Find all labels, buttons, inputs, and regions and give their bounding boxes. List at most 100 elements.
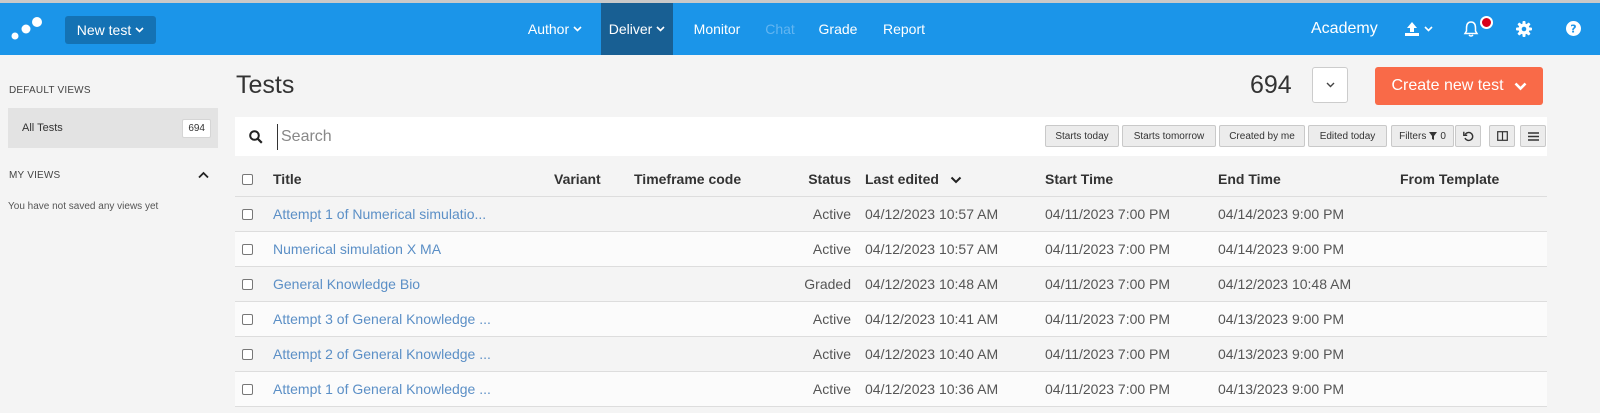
menu-button[interactable] [1520, 125, 1546, 147]
end-time-cell: 04/14/2023 9:00 PM [1218, 206, 1345, 222]
bell-icon[interactable] [1462, 20, 1480, 38]
start-time-cell: 04/11/2023 7:00 PM [1045, 381, 1171, 397]
logo-dots-icon[interactable] [9, 16, 43, 42]
chevron-down-icon [656, 26, 665, 32]
test-title-link[interactable]: General Knowledge Bio [273, 267, 420, 302]
status-cell: Active [812, 381, 851, 397]
last-edited-cell: 04/12/2023 10:48 AM [865, 276, 999, 292]
nav-monitor-label: Monitor [693, 21, 741, 37]
row-checkbox[interactable] [242, 244, 253, 255]
columns-icon [1496, 131, 1508, 141]
row-checkbox[interactable] [242, 349, 253, 360]
nav-chat-label: Chat [765, 21, 795, 37]
nav-grade[interactable]: Grade [818, 3, 858, 55]
status-cell: Graded [804, 276, 851, 292]
filter-starts-tomorrow[interactable]: Starts tomorrow [1122, 125, 1216, 147]
test-title-link[interactable]: Numerical simulation X MA [273, 232, 441, 267]
start-time-cell: 04/11/2023 7:00 PM [1045, 241, 1171, 257]
reset-icon [1462, 131, 1473, 141]
column-last-edited[interactable]: Last edited [865, 162, 939, 197]
column-title[interactable]: Title [273, 162, 302, 197]
end-time-cell: 04/13/2023 9:00 PM [1218, 381, 1345, 397]
table-row: Numerical simulation X MA Active 04/12/2… [235, 232, 1547, 267]
row-checkbox[interactable] [242, 279, 253, 290]
chevron-down-icon [135, 27, 144, 33]
sidebar-item-label: All Tests [22, 122, 63, 134]
column-last-edited-label: Last edited [865, 171, 939, 187]
status-cell: Active [812, 241, 851, 257]
table-body: Attempt 1 of Numerical simulatio... Acti… [235, 197, 1547, 407]
column-variant[interactable]: Variant [554, 162, 601, 197]
top-navigation-bar: New test Author Deliver Monitor Chat Gra… [0, 0, 1600, 55]
columns-toggle-button[interactable] [1489, 125, 1515, 147]
start-time-cell: 04/11/2023 7:00 PM [1045, 206, 1171, 222]
academy-link[interactable]: Academy [1311, 3, 1378, 55]
start-time-cell: 04/11/2023 7:00 PM [1045, 346, 1171, 362]
nav-report[interactable]: Report [881, 3, 927, 55]
end-time-cell: 04/13/2023 9:00 PM [1218, 346, 1345, 362]
svg-text:?: ? [1570, 23, 1576, 36]
filter-edited-today[interactable]: Edited today [1308, 125, 1387, 147]
column-from-template[interactable]: From Template [1400, 162, 1499, 197]
table-row: Attempt 1 of Numerical simulatio... Acti… [235, 197, 1547, 232]
column-status[interactable]: Status [775, 162, 851, 197]
page-title: Tests [236, 71, 295, 99]
sidebar-item-all-tests[interactable]: All Tests 694 [8, 108, 218, 148]
my-views-title: MY VIEWS [9, 170, 61, 181]
nav-grade-label: Grade [818, 21, 858, 37]
status-cell: Active [812, 346, 851, 362]
filter-label: Created by me [1229, 130, 1295, 142]
tests-table: Title Variant Timeframe code Status Last… [235, 162, 1547, 407]
notification-badge [1480, 16, 1493, 29]
test-title-link[interactable]: Attempt 1 of Numerical simulatio... [273, 197, 486, 232]
nav-deliver[interactable]: Deliver [601, 3, 673, 55]
chevron-down-icon [1326, 82, 1334, 88]
row-checkbox[interactable] [242, 314, 253, 325]
search-icon [249, 130, 263, 144]
main-content: Tests 694 Create new test Starts today S… [226, 55, 1600, 413]
reset-filters-button[interactable] [1455, 125, 1481, 147]
table-row: Attempt 1 of General Knowledge ... Activ… [235, 372, 1547, 407]
filter-label: Starts today [1055, 130, 1109, 142]
nav-monitor[interactable]: Monitor [690, 3, 744, 55]
upload-icon[interactable] [1403, 20, 1435, 38]
nav-author[interactable]: Author [524, 3, 586, 55]
column-start-time[interactable]: Start Time [1045, 162, 1113, 197]
new-test-button[interactable]: New test [65, 16, 156, 44]
gear-icon[interactable] [1515, 20, 1533, 38]
test-title-link[interactable]: Attempt 2 of General Knowledge ... [273, 337, 491, 372]
sidebar-item-count: 694 [182, 119, 211, 138]
row-checkbox[interactable] [242, 384, 253, 395]
create-new-test-button[interactable]: Create new test [1375, 67, 1543, 105]
funnel-icon [1429, 132, 1438, 140]
hamburger-icon [1527, 131, 1539, 141]
last-edited-cell: 04/12/2023 10:40 AM [865, 346, 999, 362]
filter-starts-today[interactable]: Starts today [1045, 125, 1119, 147]
row-checkbox[interactable] [242, 209, 253, 220]
help-icon[interactable]: ? [1565, 20, 1582, 37]
test-title-link[interactable]: Attempt 1 of General Knowledge ... [273, 372, 491, 407]
chevron-down-icon [573, 26, 582, 32]
filter-label: Edited today [1319, 130, 1376, 142]
table-row: General Knowledge Bio Graded 04/12/2023 … [235, 267, 1547, 302]
column-end-time[interactable]: End Time [1218, 162, 1281, 197]
search-bar: Starts today Starts tomorrow Created by … [235, 117, 1547, 156]
filter-label: Starts tomorrow [1133, 130, 1205, 142]
nav-deliver-label: Deliver [608, 21, 653, 37]
filter-created-by-me[interactable]: Created by me [1219, 125, 1305, 147]
status-cell: Active [812, 206, 851, 222]
count-options-button[interactable] [1312, 67, 1348, 103]
sort-chevron-down-icon[interactable] [950, 176, 962, 184]
column-timeframe-code[interactable]: Timeframe code [634, 162, 741, 197]
chevron-up-icon[interactable] [198, 171, 209, 179]
end-time-cell: 04/14/2023 9:00 PM [1218, 241, 1345, 257]
create-new-test-label: Create new test [1391, 77, 1504, 94]
end-time-cell: 04/12/2023 10:48 AM [1218, 276, 1352, 292]
table-row: Attempt 2 of General Knowledge ... Activ… [235, 337, 1547, 372]
test-title-link[interactable]: Attempt 3 of General Knowledge ... [273, 302, 491, 337]
chevron-down-icon [1514, 82, 1526, 90]
filters-button[interactable]: Filters 0 [1391, 125, 1454, 147]
end-time-cell: 04/13/2023 9:00 PM [1218, 311, 1345, 327]
select-all-checkbox[interactable] [242, 174, 253, 185]
search-input[interactable] [277, 124, 877, 150]
